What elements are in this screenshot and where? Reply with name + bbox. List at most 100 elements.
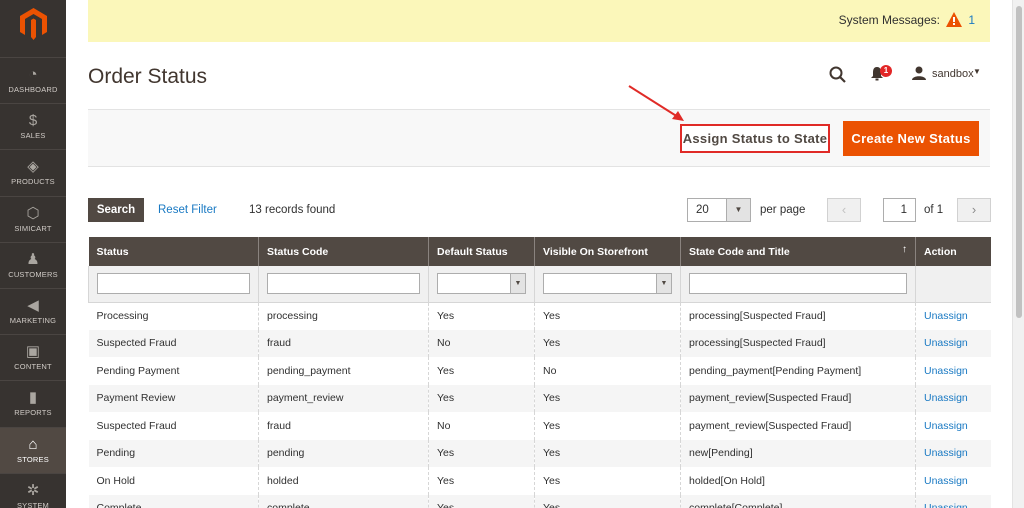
table-cell: pending — [258, 439, 429, 467]
table-cell: fraud — [258, 329, 429, 357]
previous-page-button[interactable]: ‹ — [827, 198, 861, 222]
chevron-right-icon: › — [971, 202, 977, 217]
system-messages-count[interactable]: 1 — [968, 13, 975, 27]
per-page-select[interactable]: 20 ▼ — [687, 198, 751, 222]
table-cell: No — [428, 329, 535, 357]
filter-row: ▼ ▼ — [88, 266, 991, 303]
annotation-arrow-icon — [628, 85, 684, 121]
table-row[interactable]: Pending pending Yes Yes new[Pending] Unassign — [88, 439, 991, 467]
bar-chart-icon: ▮ — [28, 389, 38, 406]
table-cell: Pending — [88, 439, 259, 467]
sidebar-item-customers[interactable]: ♟ CUSTOMERS — [0, 242, 66, 288]
chevron-down-icon[interactable]: ▼ — [726, 199, 750, 221]
warning-icon[interactable] — [946, 12, 962, 27]
table-row[interactable]: Payment Review payment_review Yes Yes paymen… — [88, 384, 991, 412]
table-cell: Payment Review — [88, 384, 259, 412]
column-header-default-status[interactable]: Default Status — [428, 237, 535, 266]
chevron-down-icon[interactable]: ▼ — [973, 67, 981, 76]
column-header-label: State Code and Title — [689, 245, 790, 258]
scrollbar-thumb[interactable] — [1016, 6, 1022, 318]
state-code-filter-input[interactable] — [689, 273, 907, 295]
table-cell: complete — [258, 494, 429, 508]
unassign-link[interactable]: Unassign — [924, 337, 968, 349]
sidebar-item-label: STORES — [17, 455, 49, 464]
sidebar-item-content[interactable]: ▣ CONTENT — [0, 334, 66, 380]
sidebar-item-label: DASHBOARD — [8, 85, 58, 94]
unassign-link[interactable]: Unassign — [924, 447, 968, 459]
table-cell: On Hold — [88, 467, 259, 495]
visible-on-storefront-filter-select[interactable]: ▼ — [543, 273, 672, 295]
magento-logo-icon[interactable] — [20, 8, 47, 40]
create-new-status-button[interactable]: Create New Status — [843, 121, 979, 156]
column-header-label: Default Status — [437, 245, 508, 258]
search-icon[interactable] — [829, 66, 846, 83]
status-filter-input[interactable] — [97, 273, 250, 295]
sidebar-item-simicart[interactable]: ⬡ SIMICART — [0, 196, 66, 242]
unassign-link[interactable]: Unassign — [924, 475, 968, 487]
admin-sidebar: ◔ DASHBOARD $ SALES ◈ PRODUCTS ⬡ SIMICART ♟ CUSTO… — [0, 0, 66, 508]
table-cell: Yes — [428, 357, 535, 385]
column-header-status-code[interactable]: Status Code — [258, 237, 429, 266]
sort-arrow-icon[interactable]: ↑ — [902, 244, 907, 255]
page-number-input[interactable]: 1 — [883, 198, 916, 222]
table-cell: Yes — [428, 302, 535, 330]
table-cell: pending_payment — [258, 357, 429, 385]
column-header-visible-on-storefront[interactable]: Visible On Storefront — [534, 237, 681, 266]
sidebar-item-label: SALES — [20, 131, 46, 140]
table-cell: complete[Complete] — [680, 494, 916, 508]
table-cell: Unassign — [915, 357, 991, 385]
unassign-link[interactable]: Unassign — [924, 502, 968, 508]
table-cell: Unassign — [915, 302, 991, 330]
table-row[interactable]: Suspected Fraud fraud No Yes payment_review[… — [88, 412, 991, 440]
filter-cell: ▼ — [428, 266, 535, 303]
unassign-link[interactable]: Unassign — [924, 392, 968, 404]
table-row[interactable]: On Hold holded Yes Yes holded[On Hold] Unassi… — [88, 467, 991, 495]
page-title: Order Status — [88, 65, 208, 88]
table-cell: new[Pending] — [680, 439, 916, 467]
status-code-filter-input[interactable] — [267, 273, 420, 295]
table-cell: holded — [258, 467, 429, 495]
filter-cell — [680, 266, 916, 303]
notification-badge[interactable]: 1 — [880, 65, 892, 77]
dashboard-icon: ◔ — [28, 66, 38, 83]
person-icon: ♟ — [26, 251, 40, 268]
sidebar-item-products[interactable]: ◈ PRODUCTS — [0, 149, 66, 195]
system-messages-label: System Messages: — [838, 13, 940, 27]
table-row[interactable]: CompletecompleteYesYescomplete[Complete]… — [88, 494, 991, 508]
table-row[interactable]: Pending Payment pending_payment Yes No pendi… — [88, 357, 991, 385]
unassign-link[interactable]: Unassign — [924, 420, 968, 432]
sidebar-item-stores[interactable]: ⌂ STORES — [0, 427, 66, 473]
sidebar-item-sales[interactable]: $ SALES — [0, 103, 66, 149]
table-cell: Unassign — [915, 329, 991, 357]
sidebar-item-system[interactable]: ✲ SYSTEM — [0, 473, 66, 508]
table-cell: Yes — [534, 439, 681, 467]
default-status-filter-select[interactable]: ▼ — [437, 273, 526, 295]
table-cell: Yes — [534, 494, 681, 508]
table-cell: No — [534, 357, 681, 385]
sidebar-item-dashboard[interactable]: ◔ DASHBOARD — [0, 57, 66, 103]
user-icon[interactable] — [911, 66, 927, 80]
next-page-button[interactable]: › — [957, 198, 991, 222]
column-header-label: Status Code — [267, 245, 329, 258]
table-cell: Unassign — [915, 467, 991, 495]
search-button[interactable]: Search — [88, 198, 144, 222]
reset-filter-link[interactable]: Reset Filter — [158, 204, 217, 216]
sidebar-item-reports[interactable]: ▮ REPORTS — [0, 380, 66, 426]
records-count: 13 records found — [249, 204, 336, 216]
unassign-link[interactable]: Unassign — [924, 365, 968, 377]
unassign-link[interactable]: Unassign — [924, 310, 968, 322]
table-row[interactable]: Processing processing Yes Yes processing[Sus… — [88, 302, 991, 330]
chevron-down-icon[interactable]: ▼ — [510, 274, 525, 294]
column-header-status[interactable]: Status — [88, 237, 259, 266]
column-header-state-code-and-title[interactable]: State Code and Title ↑ — [680, 237, 916, 266]
username[interactable]: sandbox — [932, 68, 974, 80]
assign-status-to-state-button[interactable]: Assign Status to State — [680, 124, 830, 153]
table-cell: Yes — [428, 494, 535, 508]
table-row[interactable]: Suspected Fraud fraud No Yes processing[Susp… — [88, 329, 991, 357]
order-status-grid: Status Status Code Default Status Visibl… — [88, 237, 991, 508]
chevron-down-icon[interactable]: ▼ — [656, 274, 671, 294]
sidebar-item-marketing[interactable]: ◀ MARKETING — [0, 288, 66, 334]
hexagon-icon: ⬡ — [26, 205, 40, 222]
table-cell: Yes — [428, 467, 535, 495]
page-scrollbar[interactable] — [1012, 0, 1024, 508]
